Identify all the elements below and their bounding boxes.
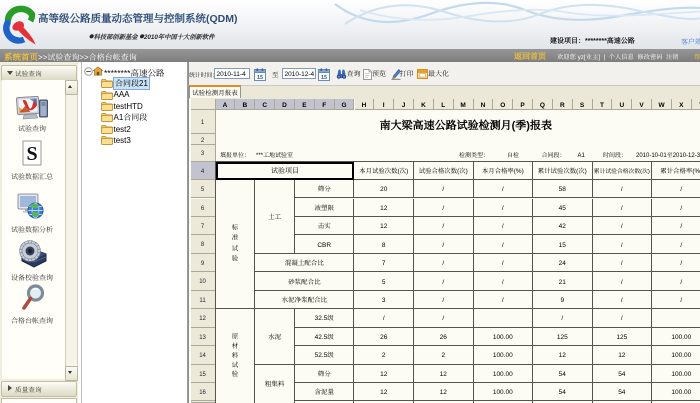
svg-text:S: S [26,143,37,165]
svg-text:15: 15 [320,75,326,81]
svg-text:15: 15 [256,75,262,81]
